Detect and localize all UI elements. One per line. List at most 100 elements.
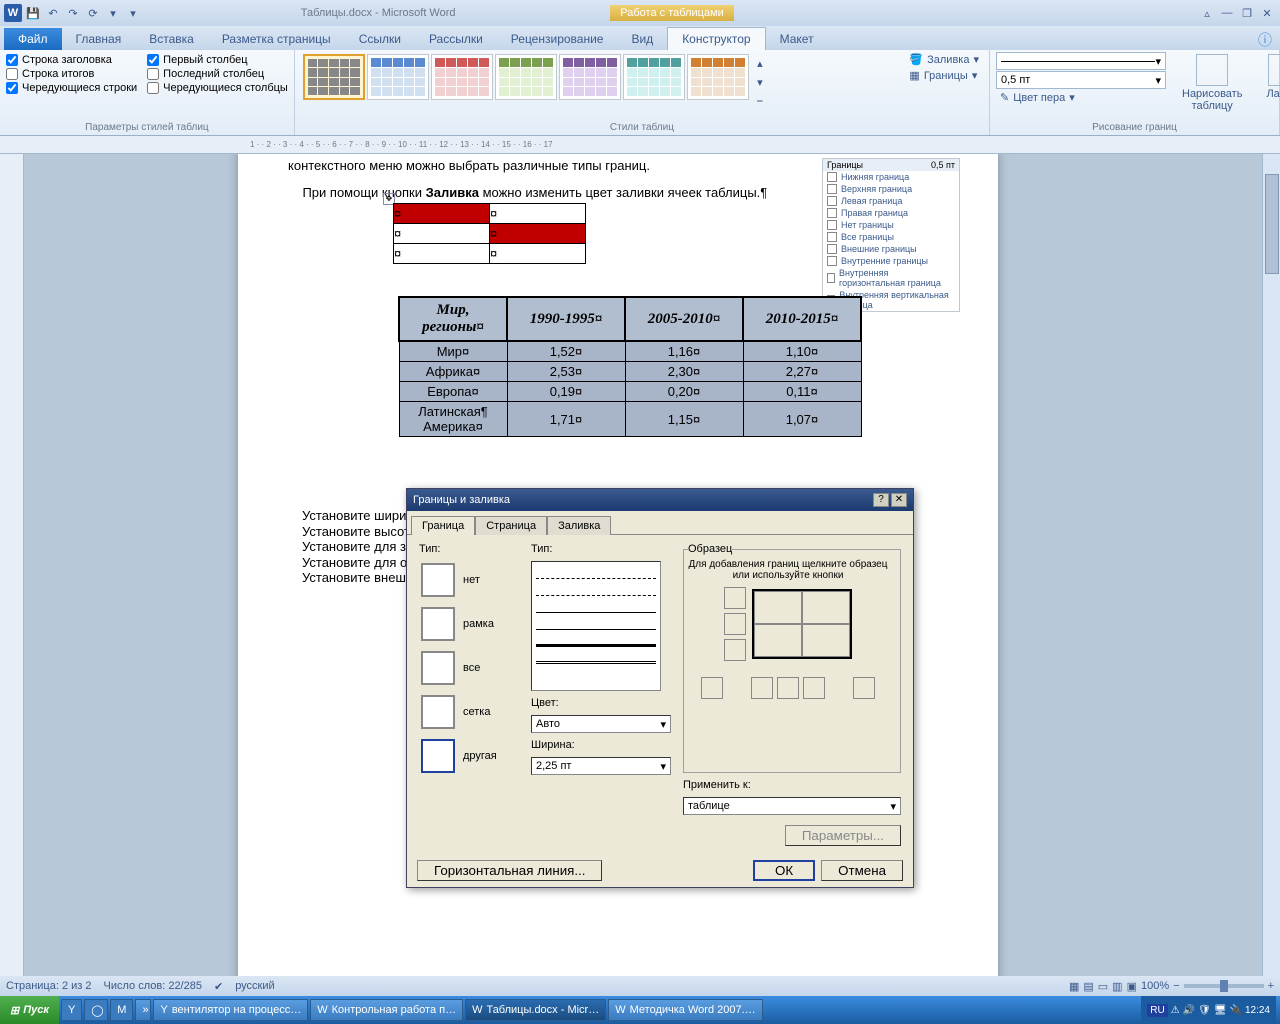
ok-button[interactable]: ОК — [753, 860, 815, 881]
width-combo[interactable]: 2,25 пт▾ — [531, 757, 671, 775]
start-button[interactable]: ⊞Пуск — [0, 996, 59, 1024]
view-read-icon[interactable]: ▤ — [1083, 980, 1093, 993]
apply-to-combo[interactable]: таблице▾ — [683, 797, 901, 815]
draw-table-button[interactable]: Нарисовать таблицу — [1174, 52, 1250, 114]
scroll-thumb[interactable] — [1265, 174, 1279, 274]
gallery-up-icon[interactable]: ▴ — [751, 54, 769, 72]
preview-bottom-btn[interactable] — [724, 639, 746, 661]
status-language[interactable]: русский — [235, 980, 274, 992]
view-web-icon[interactable]: ▭ — [1098, 980, 1108, 993]
type-box[interactable]: рамка — [419, 605, 519, 643]
gallery-more-icon[interactable]: ⎯ — [751, 92, 769, 110]
vertical-scrollbar[interactable] — [1262, 154, 1280, 976]
preview-left-btn[interactable] — [751, 677, 773, 699]
word-app-icon[interactable]: W — [4, 4, 22, 22]
help-icon[interactable]: ⓘ — [1258, 30, 1280, 50]
chk-header-row[interactable]: Строка заголовка — [6, 54, 137, 66]
file-tab[interactable]: Файл — [4, 28, 62, 50]
preview-diag1-btn[interactable] — [701, 677, 723, 699]
type-none[interactable]: нет — [419, 561, 519, 599]
tab-table-layout[interactable]: Макет — [766, 28, 828, 50]
proofing-icon[interactable]: ✔ — [214, 980, 223, 993]
dialog-help-icon[interactable]: ? — [873, 493, 889, 507]
style-thumb[interactable] — [303, 54, 365, 100]
preview-hmid-btn[interactable] — [724, 613, 746, 635]
preview-vmid-btn[interactable] — [777, 677, 799, 699]
style-thumb[interactable] — [623, 54, 685, 100]
qat-customize-icon[interactable]: ▾ — [124, 4, 142, 22]
dialog-close-icon[interactable]: ✕ — [891, 493, 907, 507]
tab-references[interactable]: Ссылки — [345, 28, 415, 50]
horizontal-line-button[interactable]: Горизонтальная линия... — [417, 860, 602, 881]
pen-color-button[interactable]: ✎Цвет пера ▾ — [996, 90, 1166, 105]
undo-icon[interactable]: ↶ — [44, 4, 62, 22]
dialog-titlebar[interactable]: Границы и заливка ?✕ — [407, 489, 913, 511]
dialog-tab-shading[interactable]: Заливка — [547, 516, 611, 535]
preview-top-btn[interactable] — [724, 587, 746, 609]
chk-total-row[interactable]: Строка итогов — [6, 68, 137, 80]
minimize-ribbon-icon[interactable]: ▵ — [1198, 4, 1216, 22]
style-thumb[interactable] — [367, 54, 429, 100]
view-print-icon[interactable]: ▦ — [1069, 980, 1079, 993]
style-thumb[interactable] — [495, 54, 557, 100]
small-demo-table[interactable]: ¤¤ ¤¤ ¤¤ — [393, 203, 586, 264]
tab-home[interactable]: Главная — [62, 28, 136, 50]
preview-right-btn[interactable] — [803, 677, 825, 699]
chk-last-col[interactable]: Последний столбец — [147, 68, 288, 80]
preview-grid[interactable] — [752, 589, 852, 659]
type-all[interactable]: все — [419, 649, 519, 687]
quick-launch-more[interactable]: » — [135, 999, 151, 1021]
data-table[interactable]: Мир, регионы¤ 1990-1995¤ 2005-2010¤ 2010… — [398, 296, 862, 437]
tray-icon[interactable]: 🛡 — [1198, 1005, 1211, 1016]
chk-first-col[interactable]: Первый столбец — [147, 54, 288, 66]
taskbar-item[interactable]: WКонтрольная работа п… — [310, 999, 463, 1021]
shading-button[interactable]: 🪣Заливка ▾ — [905, 52, 983, 67]
redo-icon[interactable]: ↷ — [64, 4, 82, 22]
preview-diag2-btn[interactable] — [853, 677, 875, 699]
quick-launch[interactable]: M — [110, 999, 133, 1021]
tray-icon[interactable]: 🔌 — [1230, 1005, 1242, 1016]
gallery-down-icon[interactable]: ▾ — [751, 73, 769, 91]
refresh-icon[interactable]: ⟳ — [84, 4, 102, 22]
chk-banded-rows[interactable]: Чередующиеся строки — [6, 82, 137, 94]
quick-launch[interactable]: ◯ — [84, 999, 108, 1021]
tray-icon[interactable]: 🖥 — [1214, 1005, 1227, 1016]
tab-layout[interactable]: Разметка страницы — [208, 28, 345, 50]
dialog-tab-page[interactable]: Страница — [475, 516, 547, 535]
chk-banded-cols[interactable]: Чередующиеся столбцы — [147, 82, 288, 94]
tab-design[interactable]: Конструктор — [667, 27, 765, 50]
restore-icon[interactable]: ❐ — [1238, 4, 1256, 22]
print-preview-icon[interactable]: ▾ — [104, 4, 122, 22]
type-custom[interactable]: другая — [419, 737, 519, 775]
status-words[interactable]: Число слов: 22/285 — [104, 980, 202, 992]
ruler-vertical[interactable] — [0, 154, 24, 976]
zoom-level[interactable]: 100% — [1141, 980, 1169, 992]
save-icon[interactable]: 💾 — [24, 4, 42, 22]
minimize-icon[interactable]: — — [1218, 4, 1236, 22]
tab-insert[interactable]: Вставка — [135, 28, 208, 50]
view-outline-icon[interactable]: ▥ — [1112, 980, 1122, 993]
tab-mailings[interactable]: Рассылки — [415, 28, 497, 50]
line-style-combo[interactable]: ▾ — [996, 52, 1166, 70]
zoom-out-icon[interactable]: − — [1173, 980, 1179, 992]
taskbar-item[interactable]: WМетодичка Word 2007.… — [608, 999, 762, 1021]
line-style-list[interactable] — [531, 561, 661, 691]
cancel-button[interactable]: Отмена — [821, 860, 903, 881]
style-thumb[interactable] — [687, 54, 749, 100]
status-page[interactable]: Страница: 2 из 2 — [6, 980, 92, 992]
clock[interactable]: 12:24 — [1245, 1005, 1270, 1016]
tab-review[interactable]: Рецензирование — [497, 28, 618, 50]
dialog-tab-border[interactable]: Граница — [411, 516, 475, 535]
zoom-in-icon[interactable]: + — [1268, 980, 1274, 992]
eraser-button[interactable]: Ластик — [1258, 52, 1280, 114]
taskbar-item-active[interactable]: WТаблицы.docx - Micr… — [465, 999, 606, 1021]
type-grid[interactable]: сетка — [419, 693, 519, 731]
tray-icon[interactable]: 🔊 — [1183, 1005, 1195, 1016]
tray-icon[interactable]: ⚠ — [1171, 1005, 1180, 1016]
zoom-slider[interactable] — [1184, 984, 1264, 988]
quick-launch[interactable]: Y — [61, 999, 82, 1021]
color-combo[interactable]: Авто▾ — [531, 715, 671, 733]
ruler-horizontal[interactable]: 1 · · 2 · · 3 · · 4 · · 5 · · 6 · · 7 · … — [0, 136, 1280, 154]
close-icon[interactable]: ✕ — [1258, 4, 1276, 22]
tab-view[interactable]: Вид — [617, 28, 667, 50]
